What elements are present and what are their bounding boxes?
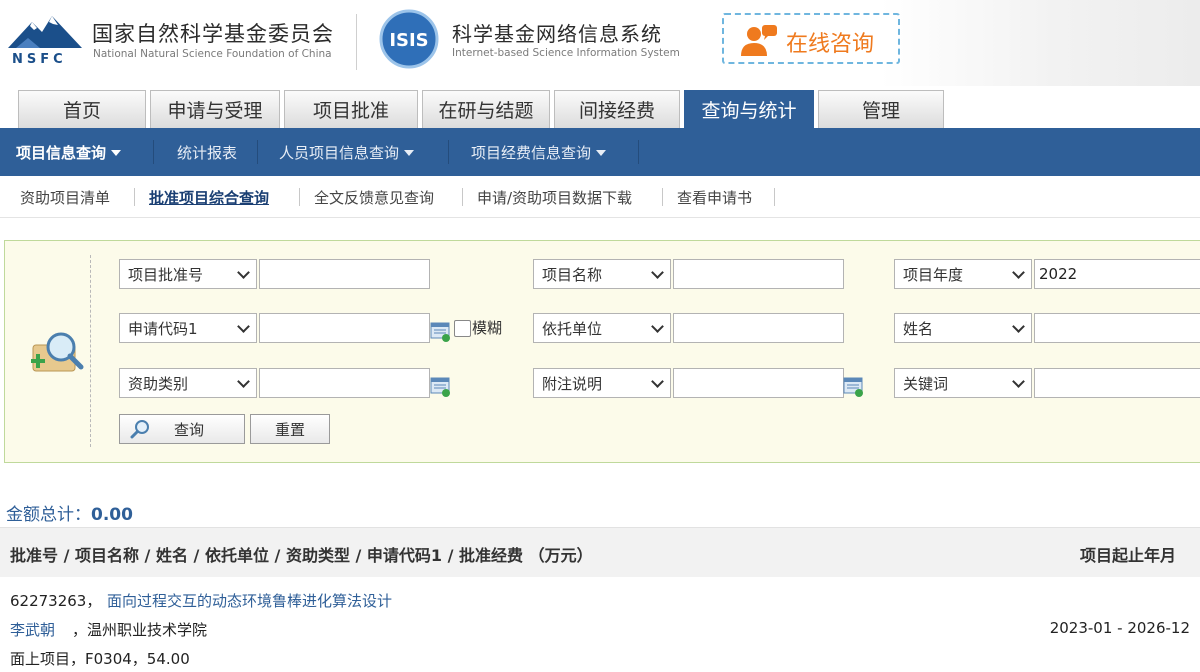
result-person-link[interactable]: 李武朝	[10, 619, 55, 640]
chevron-down-icon	[237, 266, 250, 279]
fuzzy-checkbox[interactable]	[454, 320, 471, 337]
result-host-unit: ，温州职业技术学院	[72, 621, 208, 639]
field-select-remark[interactable]: 附注说明	[533, 368, 671, 398]
field-select-approval-no[interactable]: 项目批准号	[119, 259, 257, 289]
org-name-cn: 国家自然科学基金委员会	[92, 22, 334, 46]
chevron-down-icon	[111, 150, 122, 156]
amount-total-label: 金额总计：	[6, 505, 91, 525]
tab-approval[interactable]: 项目批准	[284, 90, 418, 128]
subnav-label: 项目信息查询	[16, 143, 107, 162]
chevron-down-icon	[237, 320, 250, 333]
chevron-down-icon	[1012, 266, 1025, 279]
field-select-name[interactable]: 姓名	[894, 313, 1032, 343]
link-view-application[interactable]: 查看申请书	[677, 176, 752, 218]
input-project-name[interactable]	[673, 259, 844, 289]
third-nav: 资助项目清单 批准项目综合查询 全文反馈意见查询 申请/资助项目数据下载 查看申…	[0, 176, 1200, 218]
select-value: 附注说明	[542, 374, 603, 393]
tab-home[interactable]: 首页	[18, 90, 146, 128]
subnav-funding-query[interactable]: 项目经费信息查询	[471, 128, 607, 176]
nsfc-abbr: NSFC	[12, 52, 67, 67]
select-value: 项目批准号	[128, 265, 204, 284]
main-tabs: 首页 申请与受理 项目批准 在研与结题 间接经费 查询与统计 管理	[0, 90, 1200, 128]
amount-total-value: 0.00	[91, 505, 133, 525]
site-header: NSFC 国家自然科学基金委员会 National Natural Scienc…	[0, 0, 1200, 86]
field-select-project-year[interactable]: 项目年度	[894, 259, 1032, 289]
result-approval-no: 62273263，	[10, 592, 102, 610]
select-value: 项目名称	[542, 265, 603, 284]
search-icon	[130, 420, 149, 439]
input-remark[interactable]	[673, 368, 844, 398]
org-name-en: National Natural Science Foundation of C…	[93, 48, 332, 60]
input-apply-code[interactable]	[259, 313, 430, 343]
chevron-down-icon	[651, 375, 664, 388]
input-name[interactable]	[1034, 313, 1200, 343]
picker-list-icon[interactable]	[843, 376, 865, 398]
results-header-columns: 批准号 / 项目名称 / 姓名 / 依托单位 / 资助类型 / 申请代码1 / …	[10, 546, 593, 565]
isis-logo-icon: ISIS	[379, 9, 439, 69]
link-funded-project-list[interactable]: 资助项目清单	[20, 176, 110, 218]
query-button[interactable]: 查询	[119, 414, 245, 444]
chevron-down-icon	[651, 266, 664, 279]
fuzzy-label: 模糊	[472, 319, 503, 337]
input-keyword[interactable]	[1034, 368, 1200, 398]
subnav-label: 人员项目信息查询	[279, 143, 400, 162]
input-funding-type[interactable]	[259, 368, 430, 398]
results-header: 批准号 / 项目名称 / 姓名 / 依托单位 / 资助类型 / 申请代码1 / …	[0, 527, 1200, 577]
field-select-funding-type[interactable]: 资助类别	[119, 368, 257, 398]
input-project-year[interactable]: 2022	[1034, 259, 1200, 289]
tab-application[interactable]: 申请与受理	[150, 90, 280, 128]
link-feedback-query[interactable]: 全文反馈意见查询	[314, 176, 434, 218]
select-value: 姓名	[903, 319, 934, 338]
subnav-label: 统计报表	[177, 143, 238, 162]
tab-query-statistics[interactable]: 查询与统计	[684, 90, 814, 128]
online-consult-label: 在线咨询	[786, 32, 875, 57]
picker-list-icon[interactable]	[430, 376, 452, 398]
link-data-download[interactable]: 申请/资助项目数据下载	[477, 176, 632, 218]
chevron-down-icon	[404, 150, 415, 156]
tab-indirect-funds[interactable]: 间接经费	[554, 90, 680, 128]
select-value: 项目年度	[903, 265, 964, 284]
field-select-apply-code[interactable]: 申请代码1	[119, 313, 257, 343]
amount-total: 金额总计：0.00	[6, 500, 133, 525]
chevron-down-icon	[1012, 320, 1025, 333]
sub-nav: 项目信息查询 统计报表 人员项目信息查询 项目经费信息查询	[0, 128, 1200, 176]
select-value: 关键词	[903, 374, 949, 393]
subnav-statistics-report[interactable]: 统计报表	[177, 128, 237, 176]
results-header-period: 项目起止年月	[1079, 546, 1176, 565]
result-detail: 面上项目，F0304，54.00	[10, 650, 190, 668]
result-period: 2023-01 - 2026-12	[1049, 619, 1190, 637]
select-value: 申请代码1	[128, 319, 198, 338]
chevron-down-icon	[596, 150, 607, 156]
field-select-keyword[interactable]: 关键词	[894, 368, 1032, 398]
field-select-host-unit[interactable]: 依托单位	[533, 313, 671, 343]
online-consult-button[interactable]: 在线咨询	[722, 13, 900, 64]
picker-list-icon[interactable]	[430, 321, 452, 343]
search-add-icon	[31, 332, 84, 372]
subnav-person-project-query[interactable]: 人员项目信息查询	[279, 128, 415, 176]
select-value: 依托单位	[542, 319, 603, 338]
search-panel: 项目批准号 项目名称 项目年度 2022 申请代码1 模糊 依托单位 姓名 资助…	[4, 240, 1200, 463]
system-name-cn: 科学基金网络信息系统	[452, 22, 662, 46]
select-value: 资助类别	[128, 374, 189, 393]
reset-button[interactable]: 重置	[250, 414, 330, 444]
chevron-down-icon	[651, 320, 664, 333]
chat-person-icon	[741, 25, 777, 56]
input-host-unit[interactable]	[673, 313, 844, 343]
chevron-down-icon	[1012, 375, 1025, 388]
system-name-en: Internet-based Science Information Syste…	[452, 47, 680, 59]
field-select-project-name[interactable]: 项目名称	[533, 259, 671, 289]
chevron-down-icon	[237, 375, 250, 388]
tab-management[interactable]: 管理	[818, 90, 944, 128]
isis-logo-text: ISIS	[389, 30, 428, 51]
result-project-title-link[interactable]: 面向过程交互的动态环境鲁棒进化算法设计	[107, 590, 392, 611]
query-label: 查询	[174, 420, 205, 439]
tab-ongoing[interactable]: 在研与结题	[422, 90, 550, 128]
link-approved-project-query[interactable]: 批准项目综合查询	[149, 176, 269, 218]
subnav-project-info-query[interactable]: 项目信息查询	[16, 128, 122, 176]
input-approval-no[interactable]	[259, 259, 430, 289]
subnav-label: 项目经费信息查询	[471, 143, 592, 162]
